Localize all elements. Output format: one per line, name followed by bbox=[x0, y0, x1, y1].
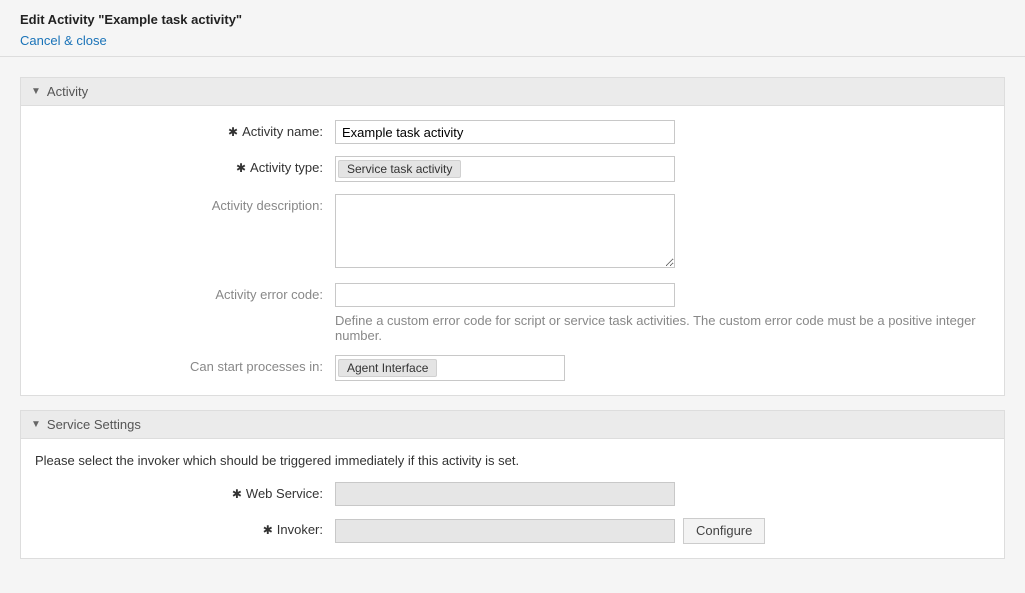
required-icon: ✱ bbox=[236, 161, 246, 175]
field-activity-name bbox=[335, 120, 990, 144]
label-start-in: Can start processes in: bbox=[35, 355, 335, 374]
row-activity-type: ✱Activity type: Service task activity bbox=[35, 156, 990, 182]
caret-down-icon: ▼ bbox=[31, 86, 41, 97]
required-icon: ✱ bbox=[232, 487, 242, 501]
row-invoker: ✱Invoker: Configure bbox=[35, 518, 990, 544]
service-intro-text: Please select the invoker which should b… bbox=[35, 453, 990, 468]
field-error-code: Define a custom error code for script or… bbox=[335, 283, 990, 343]
panel-service-header[interactable]: ▼ Service Settings bbox=[21, 411, 1004, 439]
label-error-code: Activity error code: bbox=[35, 283, 335, 302]
activity-type-chip: Service task activity bbox=[338, 160, 461, 178]
label-activity-name: ✱Activity name: bbox=[35, 120, 335, 139]
activity-type-select[interactable]: Service task activity bbox=[335, 156, 675, 182]
row-error-code: Activity error code: Define a custom err… bbox=[35, 283, 990, 343]
page-root: Edit Activity "Example task activity" Ca… bbox=[0, 0, 1025, 510]
label-web-service: ✱Web Service: bbox=[35, 482, 335, 501]
start-in-chip: Agent Interface bbox=[338, 359, 437, 377]
activity-name-input[interactable] bbox=[335, 120, 675, 144]
field-activity-description bbox=[335, 194, 990, 271]
row-activity-description: Activity description: bbox=[35, 194, 990, 271]
panel-activity: ▼ Activity ✱Activity name: ✱Activity typ… bbox=[20, 77, 1005, 396]
content-area: ▼ Activity ✱Activity name: ✱Activity typ… bbox=[0, 57, 1025, 593]
page-header: Edit Activity "Example task activity" Ca… bbox=[0, 0, 1025, 56]
panel-activity-title: Activity bbox=[47, 84, 88, 99]
field-activity-type: Service task activity bbox=[335, 156, 990, 182]
field-invoker: Configure bbox=[335, 518, 990, 544]
start-in-select[interactable]: Agent Interface bbox=[335, 355, 565, 381]
panel-service-settings: ▼ Service Settings Please select the inv… bbox=[20, 410, 1005, 559]
row-activity-name: ✱Activity name: bbox=[35, 120, 990, 144]
error-code-input[interactable] bbox=[335, 283, 675, 307]
panel-activity-header[interactable]: ▼ Activity bbox=[21, 78, 1004, 106]
field-start-in: Agent Interface bbox=[335, 355, 990, 381]
label-activity-type: ✱Activity type: bbox=[35, 156, 335, 175]
label-invoker: ✱Invoker: bbox=[35, 518, 335, 537]
label-activity-description: Activity description: bbox=[35, 194, 335, 213]
invoker-select[interactable] bbox=[335, 519, 675, 543]
row-start-in: Can start processes in: Agent Interface bbox=[35, 355, 990, 381]
activity-description-textarea[interactable] bbox=[335, 194, 675, 268]
panel-activity-body: ✱Activity name: ✱Activity type: Service … bbox=[21, 106, 1004, 395]
web-service-select[interactable] bbox=[335, 482, 675, 506]
panel-service-title: Service Settings bbox=[47, 417, 141, 432]
required-icon: ✱ bbox=[228, 125, 238, 139]
page-title: Edit Activity "Example task activity" bbox=[20, 12, 1005, 27]
required-icon: ✱ bbox=[263, 523, 273, 537]
field-web-service bbox=[335, 482, 990, 506]
cancel-close-link[interactable]: Cancel & close bbox=[20, 33, 1005, 48]
row-web-service: ✱Web Service: bbox=[35, 482, 990, 506]
panel-service-body: Please select the invoker which should b… bbox=[21, 439, 1004, 558]
caret-down-icon: ▼ bbox=[31, 419, 41, 430]
error-code-hint: Define a custom error code for script or… bbox=[335, 313, 990, 343]
configure-button[interactable]: Configure bbox=[683, 518, 765, 544]
